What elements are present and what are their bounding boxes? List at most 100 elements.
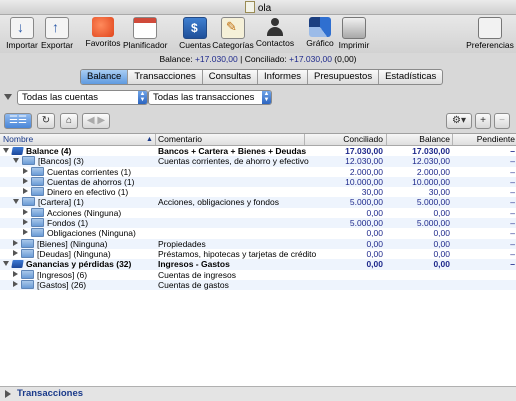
reconciled-value: +17.030,00 (289, 54, 332, 64)
table-row[interactable]: [Ingresos] (6) Cuentas de ingresos (0, 269, 516, 280)
table-row[interactable]: [Deudas] (Ninguna) Préstamos, hipotecas y… (0, 248, 516, 259)
row-name-text: Ganancias y pérdidas (32) (26, 259, 132, 270)
pending-value: (0,00) (334, 54, 357, 64)
table-row[interactable]: Ganancias y pérdidas (32) Ingresos - Gast… (0, 259, 516, 270)
back-forward-buttons[interactable]: ◀ ▶ (82, 113, 110, 129)
disclosure-open-icon[interactable] (3, 148, 9, 153)
chart-button[interactable]: Gráfico (304, 17, 336, 48)
disclosure-closed-icon[interactable] (13, 280, 18, 287)
folder-icon (21, 279, 34, 289)
column-header-reconciled[interactable]: Conciliado (306, 134, 383, 145)
row-comment: Ingresos - Gastos (158, 259, 230, 270)
row-balance: 0,00 (433, 228, 450, 239)
row-pending: – (510, 238, 515, 249)
row-pending: – (510, 166, 515, 177)
balance-summary: Balance: +17.030,00 | Conciliado: +17.03… (159, 54, 357, 64)
transactions-panel-bar: Transacciones (0, 386, 516, 401)
row-name: [Gastos] (26) (13, 279, 86, 290)
row-reconciled: 30,00 (361, 187, 383, 198)
disclosure-closed-icon[interactable] (13, 249, 18, 256)
row-comment: Bancos + Cartera + Bienes + Deudas (158, 146, 307, 156)
row-balance: 12.030,00 (412, 156, 450, 167)
refresh-icon: ↻ (41, 115, 51, 126)
row-name-text: [Ingresos] (6) (37, 269, 88, 280)
disclosure-open-icon[interactable] (13, 199, 19, 205)
refresh-button[interactable]: ↻ (37, 113, 55, 129)
disclosure-closed-icon[interactable] (13, 239, 18, 246)
import-button[interactable]: Importar (5, 17, 39, 50)
contacts-button[interactable]: Contactos (255, 17, 295, 48)
planner-button[interactable]: Planificador (123, 17, 167, 50)
column-header-name[interactable]: Nombre (3, 134, 33, 145)
tab-balance[interactable]: Balance (81, 70, 128, 84)
row-comment: Préstamos, hipotecas y tarjetas de crédi… (158, 248, 317, 259)
table-row[interactable]: [Bienes] (Ninguna) Propiedades 0,00 0,00 – (0, 238, 516, 249)
transactions-filter-select[interactable]: Todas las transacciones ▲ ▼ (148, 90, 272, 105)
disclosure-open-icon[interactable] (13, 158, 19, 164)
table-row[interactable]: Fondos (1) 5.000,00 5.000,00 – (0, 218, 516, 229)
folder-icon (21, 248, 34, 258)
categories-icon (221, 17, 245, 39)
table-row[interactable]: [Bancos] (3) Cuentas corrientes, de ahorr… (0, 156, 516, 167)
disclosure-closed-icon[interactable] (23, 188, 28, 195)
transactions-panel-label[interactable]: Transacciones (17, 387, 83, 401)
balance-value: +17.030,00 (194, 54, 238, 64)
row-pending: – (510, 156, 515, 167)
disclosure-closed-icon[interactable] (23, 219, 28, 226)
tab-informes[interactable]: Informes (257, 70, 307, 84)
disclosure-closed-icon[interactable] (23, 229, 28, 236)
row-comment: Propiedades (158, 238, 206, 249)
document-icon (244, 1, 255, 13)
column-header-balance[interactable]: Balance (388, 134, 450, 145)
row-name: Cuentas de ahorros (1) (23, 176, 134, 187)
collapse-triangle-icon[interactable] (4, 94, 12, 100)
categories-button[interactable]: Categorías (212, 17, 254, 50)
accounts-table: Nombre ▲ Comentario Conciliado Balance P… (0, 133, 516, 387)
minus-icon: − (499, 115, 505, 126)
export-icon (45, 17, 69, 39)
print-button[interactable]: Imprimir (336, 17, 372, 50)
disclosure-closed-icon[interactable] (23, 167, 28, 174)
table-row[interactable]: Acciones (Ninguna) 0,00 0,00 – (0, 207, 516, 218)
remove-button[interactable]: − (494, 113, 510, 129)
row-name-text: Fondos (1) (47, 218, 89, 229)
row-comment: Cuentas de ingresos (158, 269, 236, 280)
export-button[interactable]: Exportar (40, 17, 74, 50)
tab-presupuestos[interactable]: Presupuestos (307, 70, 378, 84)
table-row[interactable]: [Gastos] (26) Cuentas de gastos (0, 279, 516, 291)
favorites-button[interactable]: Favoritos (84, 17, 122, 48)
table-row[interactable]: Dinero en efectivo (1) 30,00 30,00 – (0, 187, 516, 197)
table-row[interactable]: Cuentas corrientes (1) 2.000,00 2.000,00 – (0, 166, 516, 177)
disclosure-closed-icon[interactable] (23, 208, 28, 215)
preferences-button[interactable]: Preferencias (466, 17, 514, 50)
row-reconciled: 10.000,00 (345, 176, 383, 187)
table-row[interactable]: Cuentas de ahorros (1) 10.000,00 10.000,00… (0, 176, 516, 188)
table-row[interactable]: Balance (4) Bancos + Cartera + Bienes + D… (0, 146, 516, 156)
folder-icon (22, 197, 35, 207)
table-row[interactable]: [Cartera] (1) Acciones, obligaciones y fo… (0, 197, 516, 208)
row-name-text: Balance (4) (26, 146, 72, 156)
accounts-filter-select[interactable]: Todas las cuentas ▲ ▼ (17, 90, 148, 105)
tab-consultas[interactable]: Consultas (201, 70, 257, 84)
row-name-text: Cuentas corrientes (1) (47, 166, 132, 177)
action-menu-button[interactable]: ⚙▾ (446, 113, 472, 129)
tab-transacciones[interactable]: Transacciones (127, 70, 201, 84)
column-header-comment[interactable]: Comentario (158, 134, 202, 145)
row-reconciled: 0,00 (366, 238, 383, 249)
home-icon: ⌂ (65, 115, 73, 126)
accounts-button[interactable]: Cuentas (178, 17, 212, 50)
row-balance: 10.000,00 (412, 176, 450, 187)
tab-estadisticas[interactable]: Estadísticas (378, 70, 442, 84)
home-button[interactable]: ⌂ (60, 113, 78, 129)
disclosure-closed-icon[interactable] (23, 177, 28, 184)
printer-icon (342, 17, 366, 39)
disclosure-open-icon[interactable] (3, 261, 9, 267)
column-header-pending[interactable]: Pendiente (455, 134, 515, 145)
table-row[interactable]: Obligaciones (Ninguna) 0,00 0,00 – (0, 228, 516, 238)
folder-icon (31, 176, 44, 186)
disclosure-closed-icon[interactable] (13, 270, 18, 277)
disclosure-triangle-icon[interactable] (5, 390, 11, 398)
row-balance: 17.030,00 (412, 146, 450, 156)
view-mode-button[interactable]: ☰☰ (4, 113, 32, 129)
add-button[interactable]: + (475, 113, 491, 129)
